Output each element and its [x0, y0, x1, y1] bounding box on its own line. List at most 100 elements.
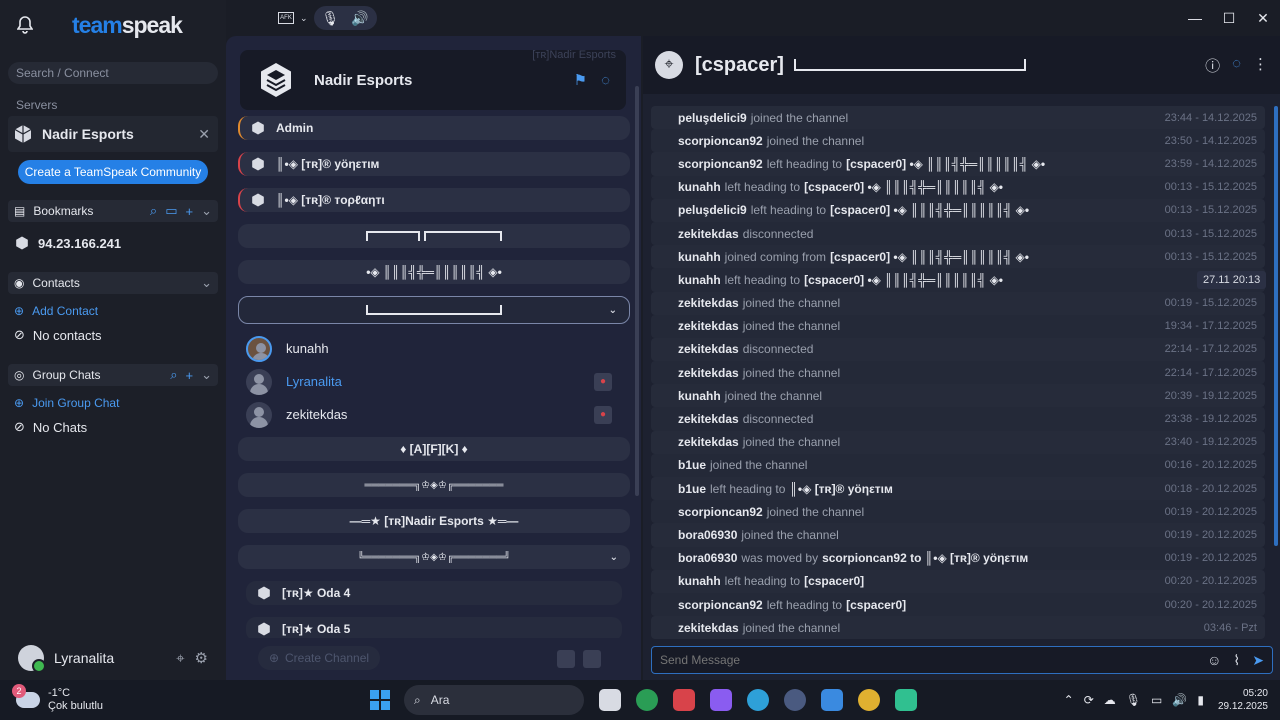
channel-afk[interactable]: ♦ [A][F][K] ♦ — [238, 437, 630, 461]
add-icon[interactable]: + — [186, 204, 194, 219]
teamspeak-app-icon[interactable] — [784, 689, 806, 711]
message-author[interactable]: kunahh — [678, 180, 721, 194]
maximize-icon[interactable]: ☐ — [1212, 0, 1246, 36]
channel-tool-icon[interactable] — [557, 650, 575, 668]
search-input[interactable]: Search / Connect — [8, 62, 218, 84]
more-icon[interactable]: ⋮ — [1253, 55, 1268, 76]
channel-spacer-4[interactable]: ╚═══════╗♔◈♔╔═══════╝ ⌄ — [238, 545, 630, 569]
cloud-icon[interactable]: ☁ — [1104, 693, 1116, 707]
minimize-icon[interactable]: — — [1178, 0, 1212, 36]
chat-scrollbar[interactable] — [1274, 106, 1278, 546]
message-author[interactable]: kunahh — [678, 250, 721, 264]
channel-user-zekitekdas[interactable]: zekitekdas ● — [246, 398, 630, 431]
send-icon[interactable]: ➤ — [1252, 652, 1264, 669]
message-author[interactable]: zekitekdas — [678, 342, 739, 356]
message-author[interactable]: peluşdelici9 — [678, 111, 747, 125]
chevron-down-icon[interactable]: ⌄ — [201, 203, 212, 219]
location-icon[interactable]: ⌖ — [176, 650, 184, 667]
channel-spacer-1[interactable] — [238, 224, 630, 248]
message-author[interactable]: bora06930 — [678, 551, 737, 565]
office-icon[interactable] — [673, 689, 695, 711]
microphone-icon[interactable]: 🎙 — [1126, 693, 1141, 707]
speaker-icon[interactable]: 🔊 — [351, 10, 368, 27]
message-author[interactable]: bora06930 — [678, 528, 737, 542]
channel-admin[interactable]: Admin — [238, 116, 630, 140]
bell-icon[interactable] — [10, 10, 40, 40]
message-author[interactable]: zekitekdas — [678, 435, 739, 449]
channel-user-kunahh[interactable]: kunahh — [246, 332, 630, 365]
contacts-header[interactable]: ◉ Contacts ⌄ — [8, 272, 218, 294]
message-author[interactable]: zekitekdas — [678, 319, 739, 333]
chat-icon[interactable]: ◌ — [601, 72, 610, 89]
chevron-down-icon[interactable]: ⌄ — [610, 552, 618, 563]
info-icon[interactable]: ⓘ — [1205, 55, 1220, 76]
battery-icon[interactable]: ▮ — [1197, 693, 1204, 707]
xbox-icon[interactable] — [636, 689, 658, 711]
message-input[interactable] — [660, 653, 1196, 667]
bookmarks-header[interactable]: ▤ Bookmarks ⌕ ▭ + ⌄ — [8, 200, 218, 222]
message-author[interactable]: kunahh — [678, 574, 721, 588]
gear-icon[interactable]: ⚙ — [195, 649, 208, 667]
weather-widget[interactable]: 2 -1°C Çok bulutlu — [12, 684, 176, 713]
group-chats-header[interactable]: ◎ Group Chats ⌕ + ⌄ — [8, 364, 218, 386]
server-item-nadir[interactable]: Nadir Esports ✕ — [8, 116, 218, 152]
microphone-icon[interactable]: 🎙 — [322, 10, 340, 27]
channel-spacer-2[interactable]: •◈ ║║║╣╬═║║║║║╣ ◈• — [238, 260, 630, 284]
message-author[interactable]: scorpioncan92 — [678, 505, 763, 519]
search-icon[interactable]: ⌕ — [150, 203, 157, 219]
channel-yonetim[interactable]: ║•◈ [ᴛʀ]® yöηεтιм — [238, 152, 630, 176]
channel-nadir[interactable]: —═★ [ᴛʀ]Nadir Esports ★═— — [238, 509, 630, 533]
avatar[interactable] — [18, 645, 46, 673]
chevron-down-icon[interactable]: ⌄ — [201, 367, 212, 383]
message-author[interactable]: zekitekdas — [678, 621, 739, 635]
close-window-icon[interactable]: ✕ — [1246, 0, 1280, 36]
volume-icon[interactable]: 🔊 — [1172, 693, 1187, 707]
chrome-icon[interactable] — [858, 689, 880, 711]
channel-oda4[interactable]: [ᴛʀ]★ Oda 4 — [246, 581, 622, 605]
bookmark-icon[interactable]: ⚑ — [574, 71, 587, 89]
search-icon[interactable]: ⌕ — [170, 367, 177, 383]
channel-tool-icon[interactable] — [583, 650, 601, 668]
join-group-chat-link[interactable]: ⊕ Join Group Chat — [14, 392, 212, 414]
bookmark-item[interactable]: 94.23.166.241 — [14, 232, 212, 254]
add-icon[interactable]: + — [186, 368, 194, 383]
channel-scrollbar[interactable] — [635, 86, 639, 496]
folder-icon[interactable]: ▭ — [165, 203, 177, 219]
chevron-down-icon[interactable]: ⌄ — [609, 305, 617, 316]
channel-user-lyranalita[interactable]: Lyranalita ● — [246, 365, 630, 398]
chevron-down-icon[interactable]: ⌄ — [300, 13, 308, 24]
message-author[interactable]: zekitekdas — [678, 412, 739, 426]
emoji-icon[interactable]: ☺ — [1207, 652, 1221, 668]
create-channel-button[interactable]: ⊕ Create Channel — [258, 646, 380, 670]
message-author[interactable]: kunahh — [678, 389, 721, 403]
message-author[interactable]: zekitekdas — [678, 227, 739, 241]
store-icon[interactable] — [821, 689, 843, 711]
message-author[interactable]: zekitekdas — [678, 296, 739, 310]
message-author[interactable]: zekitekdas — [678, 366, 739, 380]
afk-icon[interactable]: AFK — [278, 12, 294, 24]
clock[interactable]: 05:20 29.12.2025 — [1218, 687, 1268, 713]
channel-cspacer-selected[interactable]: ⌄ — [238, 296, 630, 324]
copilot-icon[interactable] — [710, 689, 732, 711]
taskbar-search[interactable]: ⌕ Ara — [404, 685, 584, 715]
task-view-icon[interactable] — [599, 689, 621, 711]
message-author[interactable]: peluşdelici9 — [678, 203, 747, 217]
message-author[interactable]: kunahh — [678, 273, 721, 287]
message-author[interactable]: b1ue — [678, 482, 706, 496]
channel-spacer-3[interactable]: ═══════╗♔◈♔╔═══════ — [238, 473, 630, 497]
network-icon[interactable]: ▭ — [1151, 693, 1162, 707]
create-community-button[interactable]: Create a TeamSpeak Community — [18, 160, 208, 184]
windows-start-icon[interactable] — [370, 690, 390, 710]
edge-icon[interactable] — [747, 689, 769, 711]
chevron-down-icon[interactable]: ⌄ — [201, 275, 212, 291]
app-icon[interactable] — [895, 689, 917, 711]
message-author[interactable]: scorpioncan92 — [678, 157, 763, 171]
chevron-up-icon[interactable]: ⌃ — [1064, 693, 1074, 707]
channel-toplanti[interactable]: ║•◈ [ᴛʀ]® тoρℓαηтι — [238, 188, 630, 212]
message-author[interactable]: scorpioncan92 — [678, 134, 763, 148]
message-author[interactable]: b1ue — [678, 458, 706, 472]
close-icon[interactable]: ✕ — [198, 126, 210, 143]
message-author[interactable]: scorpioncan92 — [678, 598, 763, 612]
add-contact-link[interactable]: ⊕ Add Contact — [14, 300, 212, 322]
chat-icon[interactable]: ◌ — [1232, 55, 1241, 76]
